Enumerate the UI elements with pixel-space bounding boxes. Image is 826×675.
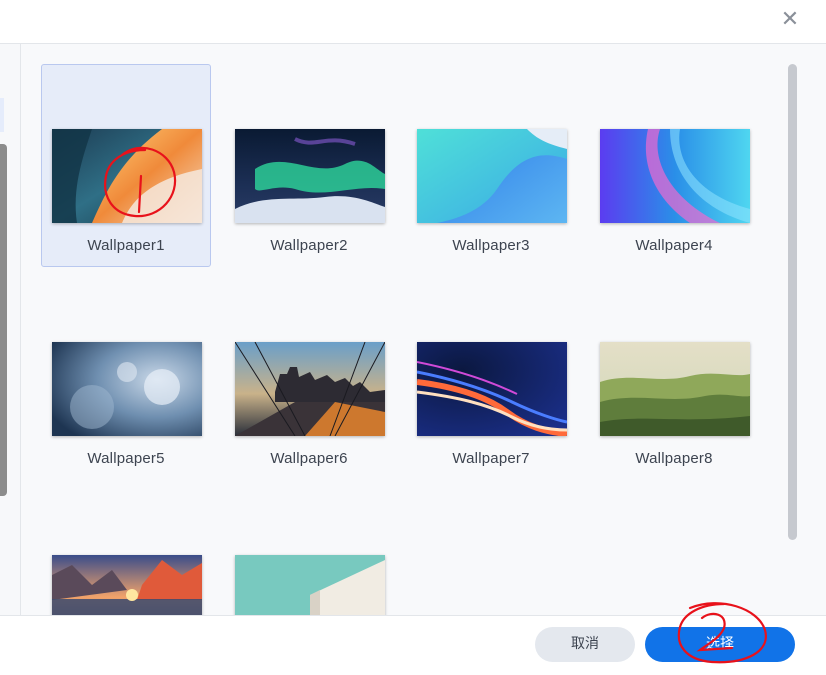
select-button[interactable]: 选择 (645, 627, 795, 662)
wallpaper-thumbnail-6 (235, 342, 385, 436)
left-panel-selected-item[interactable] (0, 98, 4, 132)
wallpaper-label-8: Wallpaper8 (635, 450, 713, 467)
wallpaper-label-5: Wallpaper5 (87, 450, 165, 467)
wallpaper-thumbnail-7 (417, 342, 567, 436)
wallpaper-label-3: Wallpaper3 (452, 237, 530, 254)
wallpaper-label-7: Wallpaper7 (452, 450, 530, 467)
wallpaper-item-4[interactable]: Wallpaper4 (589, 64, 759, 267)
wallpaper-thumbnail-8 (600, 342, 750, 436)
wallpaper-thumbnail-2 (235, 129, 385, 223)
wallpaper-thumbnail-3 (417, 129, 567, 223)
close-icon[interactable]: ✕ (778, 8, 802, 32)
wallpaper-item-8[interactable]: Wallpaper8 (589, 277, 759, 480)
wallpaper-item-5[interactable]: Wallpaper5 (41, 277, 211, 480)
wallpaper-item-2[interactable]: Wallpaper2 (224, 64, 394, 267)
wallpaper-label-1: Wallpaper1 (87, 237, 165, 254)
wallpaper-thumbnail-4 (600, 129, 750, 223)
grid-scrollbar[interactable] (788, 64, 797, 540)
wallpaper-thumbnail-9 (52, 555, 202, 616)
wallpaper-item-7[interactable]: Wallpaper7 (406, 277, 576, 480)
wallpaper-thumbnail-5 (52, 342, 202, 436)
wallpaper-item-10[interactable] (224, 490, 394, 616)
wallpaper-label-4: Wallpaper4 (635, 237, 713, 254)
wallpaper-thumbnail-10 (235, 555, 385, 616)
wallpaper-label-6: Wallpaper6 (270, 450, 348, 467)
cancel-button[interactable]: 取消 (535, 627, 635, 662)
wallpaper-item-1[interactable]: Wallpaper1 (41, 64, 211, 267)
wallpaper-item-3[interactable]: Wallpaper3 (406, 64, 576, 267)
wallpaper-dialog: ✕ Wallpaper1 Wallpaper2 Wallpaper3 Wallp… (0, 0, 826, 675)
wallpaper-grid: Wallpaper1 Wallpaper2 Wallpaper3 Wallpap… (21, 44, 826, 616)
wallpaper-item-6[interactable]: Wallpaper6 (224, 277, 394, 480)
wallpaper-item-9[interactable] (41, 490, 211, 616)
wallpaper-thumbnail-1 (52, 129, 202, 223)
left-panel-scrollbar[interactable] (0, 144, 7, 496)
wallpaper-label-2: Wallpaper2 (270, 237, 348, 254)
dialog-footer: 取消 选择 (0, 615, 826, 675)
left-panel (0, 44, 21, 616)
